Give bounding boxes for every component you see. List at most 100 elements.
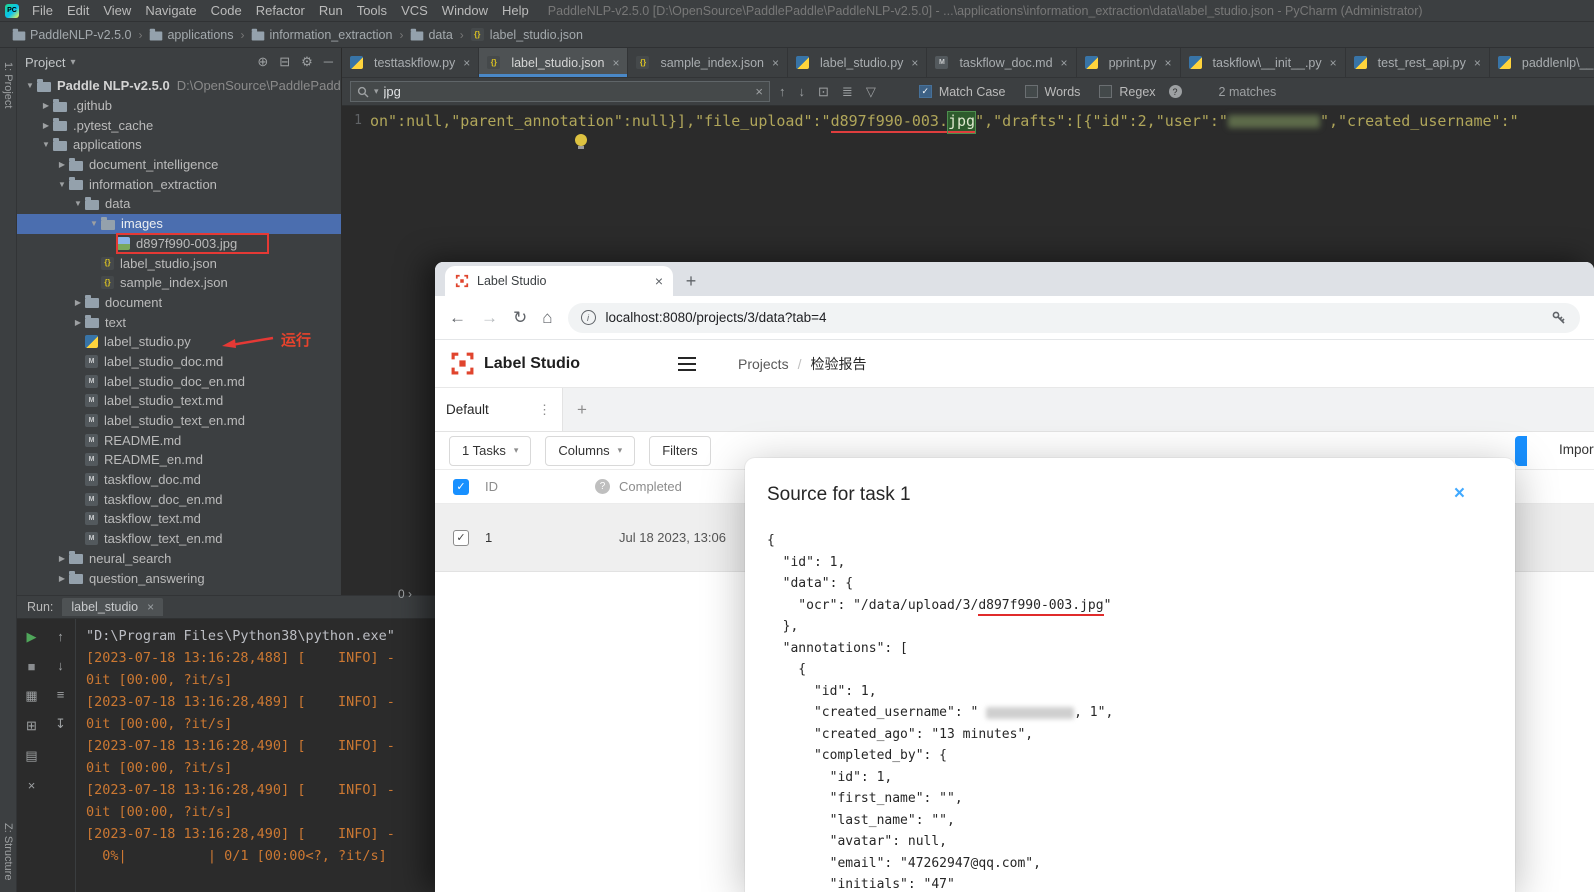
tree-item-taskflow_text_en.md[interactable]: Mtaskflow_text_en.md bbox=[17, 529, 341, 549]
home-icon[interactable]: ⌂ bbox=[542, 308, 552, 328]
softwrap-icon[interactable]: ≡ bbox=[57, 687, 65, 702]
multiline-icon[interactable]: ≣ bbox=[842, 84, 853, 100]
breadcrumb-item[interactable]: {} label_studio.json bbox=[470, 28, 583, 42]
locate-file-icon[interactable]: ⊕ bbox=[257, 54, 268, 70]
tree-item-document_intelligence[interactable]: ▶ document_intelligence bbox=[17, 155, 341, 175]
close-icon[interactable]: × bbox=[772, 56, 779, 70]
editor-tab-taskflow\__init__.py[interactable]: taskflow\__init__.py × bbox=[1181, 48, 1346, 77]
help-icon[interactable]: ? bbox=[1168, 85, 1182, 98]
run-console[interactable]: "D:\Program Files\Python38\python.exe" [2… bbox=[76, 619, 435, 892]
tasks-dropdown-button[interactable]: 1 Tasks ▾ bbox=[449, 435, 532, 466]
close-icon[interactable]: × bbox=[463, 56, 470, 70]
tree-item-taskflow_text.md[interactable]: Mtaskflow_text.md bbox=[17, 509, 341, 529]
breadcrumb-item[interactable]: PaddleNLP-v2.5.0 bbox=[12, 28, 131, 42]
scroll-end-icon[interactable]: ↧ bbox=[55, 716, 66, 732]
tree-item-images[interactable]: ▼ images bbox=[17, 213, 341, 234]
reload-icon[interactable]: ↻ bbox=[513, 308, 527, 328]
collapsed-chevron-icon[interactable]: ▶ bbox=[39, 121, 53, 130]
search-history-caret-icon[interactable]: ▾ bbox=[374, 86, 379, 97]
add-view-icon[interactable]: + bbox=[563, 388, 601, 431]
completed-column-header[interactable]: Completed bbox=[619, 479, 682, 494]
match-case-checkbox[interactable]: ✓ bbox=[918, 85, 932, 98]
regex-checkbox[interactable] bbox=[1099, 85, 1113, 98]
clear-icon[interactable]: × bbox=[28, 778, 36, 793]
expanded-chevron-icon[interactable]: ▼ bbox=[23, 81, 37, 90]
tree-item-information_extraction[interactable]: ▼ information_extraction bbox=[17, 174, 341, 194]
tree-item-d897f990-003.jpg[interactable]: d897f990-003.jpg bbox=[17, 234, 341, 254]
tree-item-label_studio.json[interactable]: {} label_studio.json bbox=[17, 253, 341, 273]
collapsed-chevron-icon[interactable]: ▶ bbox=[71, 318, 85, 327]
menu-code[interactable]: Code bbox=[204, 1, 249, 20]
collapse-all-icon[interactable]: ⊟ bbox=[279, 54, 290, 70]
ls-breadcrumb-projects[interactable]: Projects bbox=[738, 356, 789, 372]
ls-tab-default[interactable]: Default ⋮ bbox=[435, 388, 563, 431]
tree-item-.pytest_cache[interactable]: ▶ .pytest_cache bbox=[17, 115, 341, 135]
chevron-down-icon[interactable]: ▾ bbox=[70, 57, 75, 68]
close-modal-icon[interactable]: × bbox=[1454, 484, 1465, 503]
rerun-icon[interactable]: ▶ bbox=[27, 629, 37, 645]
close-icon[interactable]: × bbox=[147, 600, 154, 614]
ls-project-name[interactable]: 检验报告 bbox=[810, 354, 866, 374]
tree-item-Paddle NLP-v2.5.0[interactable]: ▼ Paddle NLP-v2.5.0 D:\OpenSource\PaddlePa… bbox=[17, 76, 341, 96]
collapsed-chevron-icon[interactable]: ▶ bbox=[55, 554, 69, 563]
menu-refactor[interactable]: Refactor bbox=[249, 1, 312, 20]
tool-window-structure-label[interactable]: Z: Structure bbox=[2, 823, 14, 880]
collapsed-chevron-icon[interactable]: ▶ bbox=[55, 574, 69, 583]
id-column-header[interactable]: ID bbox=[485, 479, 498, 494]
settings-icon[interactable]: ⚙ bbox=[301, 54, 313, 70]
editor-tab-testtaskflow.py[interactable]: testtaskflow.py × bbox=[342, 48, 480, 77]
expanded-chevron-icon[interactable]: ▼ bbox=[87, 219, 101, 228]
menu-navigate[interactable]: Navigate bbox=[138, 1, 203, 20]
tab-options-icon[interactable]: ⋮ bbox=[538, 402, 551, 418]
down-stack-icon[interactable]: ↓ bbox=[57, 658, 64, 673]
expanded-chevron-icon[interactable]: ▼ bbox=[55, 180, 69, 189]
tree-item-label_studio_text.md[interactable]: Mlabel_studio_text.md bbox=[17, 391, 341, 411]
columns-dropdown-button[interactable]: Columns ▾ bbox=[545, 435, 636, 466]
filters-button[interactable]: Filters bbox=[649, 435, 711, 466]
select-all-checkbox[interactable]: ✓ bbox=[453, 478, 469, 495]
menu-help[interactable]: Help bbox=[495, 1, 536, 20]
row-checkbox[interactable]: ✓ bbox=[453, 529, 469, 546]
label-all-tasks-button-fragment[interactable] bbox=[1515, 436, 1527, 466]
breadcrumb-item[interactable]: applications bbox=[149, 28, 233, 42]
editor-tab-paddlenlp\__init__.py[interactable]: paddlenlp\__init__.py× bbox=[1490, 48, 1594, 77]
close-icon[interactable]: × bbox=[1330, 56, 1337, 70]
tree-item-data[interactable]: ▼ data bbox=[17, 194, 341, 214]
tool-window-project-label[interactable]: 1: Project bbox=[2, 62, 14, 108]
expanded-chevron-icon[interactable]: ▼ bbox=[71, 199, 85, 208]
url-text[interactable]: localhost:8080/projects/3/data?tab=4 bbox=[606, 310, 1541, 325]
search-input[interactable] bbox=[383, 84, 751, 99]
page-info-icon[interactable]: i bbox=[580, 310, 596, 325]
pin-icon[interactable]: ⊞ bbox=[26, 718, 37, 734]
editor-tab-label_studio.json[interactable]: {} label_studio.json × bbox=[479, 48, 629, 77]
menu-vcs[interactable]: VCS bbox=[394, 1, 435, 20]
tree-item-sample_index.json[interactable]: {} sample_index.json bbox=[17, 273, 341, 293]
editor-tab-label_studio.py[interactable]: label_studio.py × bbox=[788, 48, 928, 77]
in-selection-icon[interactable]: ⊡ bbox=[818, 84, 829, 100]
tree-item-.github[interactable]: ▶ .github bbox=[17, 96, 341, 116]
prev-match-icon[interactable]: ↑ bbox=[779, 84, 786, 100]
collapsed-chevron-icon[interactable]: ▶ bbox=[39, 101, 53, 110]
close-icon[interactable]: × bbox=[1165, 56, 1172, 70]
close-icon[interactable]: × bbox=[612, 56, 619, 70]
hide-panel-icon[interactable]: ─ bbox=[324, 54, 333, 70]
intention-bulb-icon[interactable] bbox=[575, 134, 587, 149]
import-button[interactable]: Import bbox=[1559, 442, 1594, 457]
tree-item-README_en.md[interactable]: M README_en.md bbox=[17, 450, 341, 470]
editor-tab-pprint.py[interactable]: pprint.py × bbox=[1077, 48, 1181, 77]
back-icon[interactable]: ← bbox=[449, 308, 466, 328]
password-key-icon[interactable] bbox=[1551, 310, 1567, 326]
browser-tab[interactable]: Label Studio × bbox=[445, 266, 673, 296]
tree-item-question_answering[interactable]: ▶ question_answering bbox=[17, 568, 341, 588]
menu-window[interactable]: Window bbox=[435, 1, 495, 20]
layout-icon[interactable]: ▦ bbox=[25, 688, 37, 704]
print-icon[interactable]: ▤ bbox=[25, 748, 37, 764]
help-icon[interactable]: ? bbox=[595, 479, 610, 494]
project-panel-title[interactable]: Project bbox=[25, 55, 65, 70]
close-tab-icon[interactable]: × bbox=[655, 273, 663, 289]
address-bar[interactable]: i localhost:8080/projects/3/data?tab=4 bbox=[567, 302, 1580, 333]
tree-item-label_studio_doc_en.md[interactable]: Mlabel_studio_doc_en.md bbox=[17, 371, 341, 391]
editor-tab-sample_index.json[interactable]: {} sample_index.json × bbox=[628, 48, 789, 77]
run-tab-label-studio[interactable]: label_studio × bbox=[62, 598, 164, 616]
forward-icon[interactable]: → bbox=[481, 308, 498, 328]
